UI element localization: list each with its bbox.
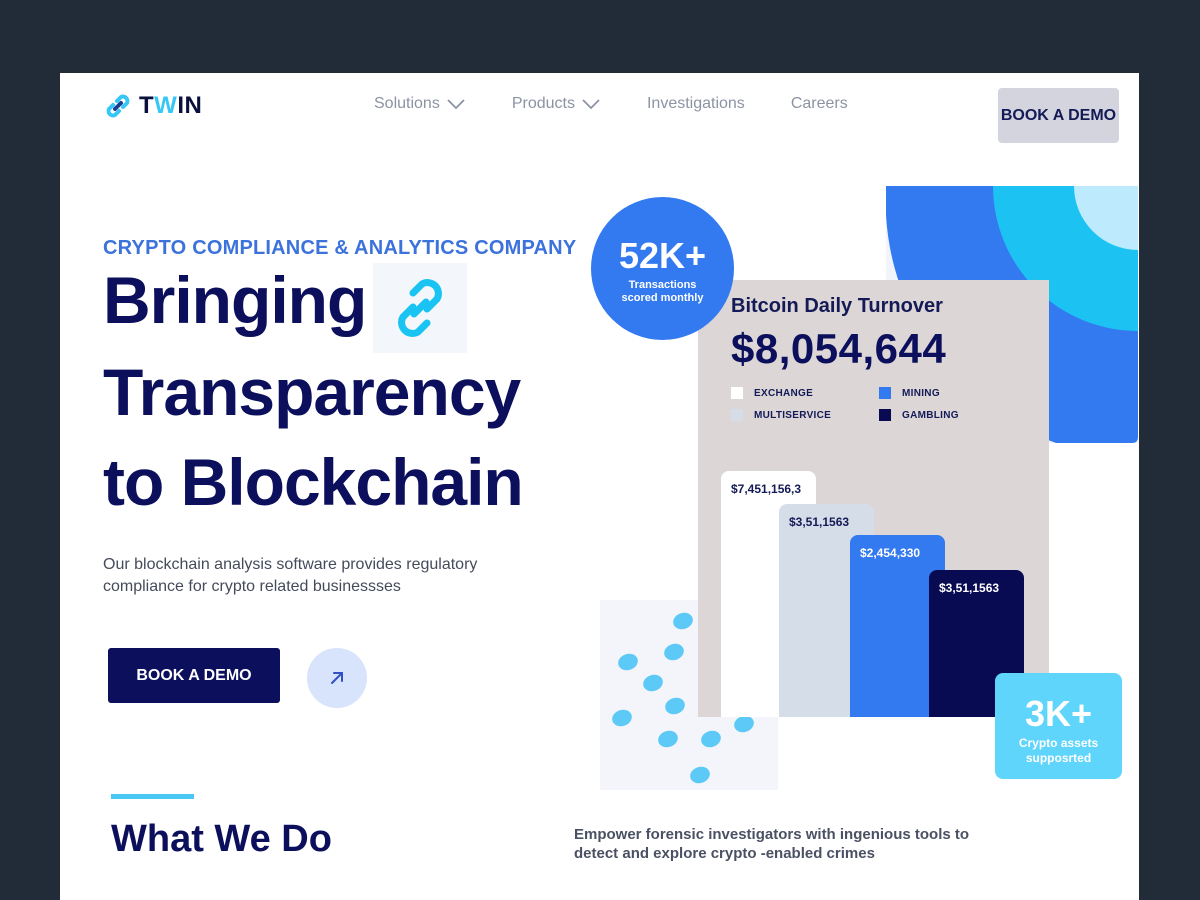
bar-value-label: $3,51,1563	[789, 515, 850, 529]
legend-label: MINING	[902, 387, 940, 399]
nav-careers[interactable]: Careers	[791, 95, 848, 113]
legend-exchange: EXCHANGE	[731, 387, 879, 399]
dot	[663, 695, 687, 717]
turnover-title: Bitcoin Daily Turnover	[731, 295, 943, 317]
transactions-stat-bubble: 52K+ Transactions scored monthly	[591, 197, 734, 340]
twin-logo[interactable]: TWIN	[103, 91, 202, 121]
logo-wordmark: TWIN	[139, 92, 203, 119]
chain-link-logo-icon	[106, 94, 130, 118]
hero-headline-line-1: Bringing	[103, 263, 367, 337]
assets-stat-value: 3K+	[1024, 693, 1093, 734]
dot	[610, 707, 634, 729]
dot	[688, 764, 712, 786]
section-title: What We Do	[111, 818, 332, 860]
nav-solutions-label: Solutions	[374, 95, 440, 112]
nav-solutions[interactable]: Solutions	[374, 95, 466, 113]
legend-label: EXCHANGE	[754, 387, 814, 399]
turnover-total: $8,054,644	[731, 325, 947, 372]
section-accent-bar	[111, 794, 194, 799]
hero-headline-line-3: to Blockchain	[103, 445, 524, 519]
transactions-stat-label: Transactions scored monthly	[621, 279, 704, 304]
book-demo-header-button[interactable]: BOOK A DEMO	[998, 88, 1119, 143]
nav-careers-label: Careers	[790, 95, 848, 112]
arrow-up-right-icon	[331, 672, 343, 684]
dot	[641, 672, 665, 694]
transactions-stat-value: 52K+	[618, 235, 707, 276]
nav-investigations[interactable]: Investigations	[647, 95, 745, 113]
legend-label: MULTISERVICE	[754, 409, 832, 421]
nav-products-label: Products	[511, 95, 575, 112]
chevron-down-icon	[582, 99, 600, 110]
hero-eyebrow: CRYPTO COMPLIANCE & ANALYTICS COMPANY	[103, 237, 577, 259]
dot	[699, 728, 723, 750]
assets-stat-label: Crypto assets supposrted	[1018, 736, 1099, 765]
main-nav: Solutions Products Investigations Career…	[374, 95, 894, 113]
landing-page: TWIN Solutions Products Investigations C…	[60, 73, 1139, 900]
book-demo-hero-button[interactable]: BOOK A DEMO	[108, 648, 280, 703]
dot	[656, 728, 680, 750]
legend-gambling: GAMBLING	[879, 409, 1027, 421]
nav-products[interactable]: Products	[512, 95, 601, 113]
legend-swatch	[731, 409, 743, 421]
turnover-legend: EXCHANGE MINING MULTISERVICE GAMBLING	[731, 387, 1031, 421]
chain-link-illustration	[373, 263, 467, 353]
dot	[662, 641, 686, 663]
legend-mining: MINING	[879, 387, 1027, 399]
legend-multiservice: MULTISERVICE	[731, 409, 879, 421]
arrow-link-button[interactable]	[307, 648, 367, 708]
legend-swatch	[731, 387, 743, 399]
dot	[671, 610, 695, 632]
turnover-panel: Bitcoin Daily Turnover $8,054,644 EXCHAN…	[698, 280, 1049, 717]
legend-label: GAMBLING	[902, 409, 959, 421]
assets-stat-badge: 3K+ Crypto assets supposrted	[995, 673, 1122, 779]
bar-value-label: $3,51,1563	[939, 581, 1000, 595]
hero-description: Our blockchain analysis software provide…	[103, 556, 478, 595]
dot	[616, 651, 640, 673]
legend-swatch	[879, 387, 891, 399]
bar-value-label: $7,451,156,3	[731, 482, 802, 496]
nav-investigations-label: Investigations	[646, 95, 745, 112]
chevron-down-icon	[447, 99, 465, 110]
legend-swatch	[879, 409, 891, 421]
chain-link-icon	[398, 279, 442, 337]
hero-headline-line-2: Transparency	[103, 355, 521, 429]
bar-value-label: $2,454,330	[860, 546, 921, 560]
section-description: Empower forensic investigators with inge…	[574, 826, 970, 862]
